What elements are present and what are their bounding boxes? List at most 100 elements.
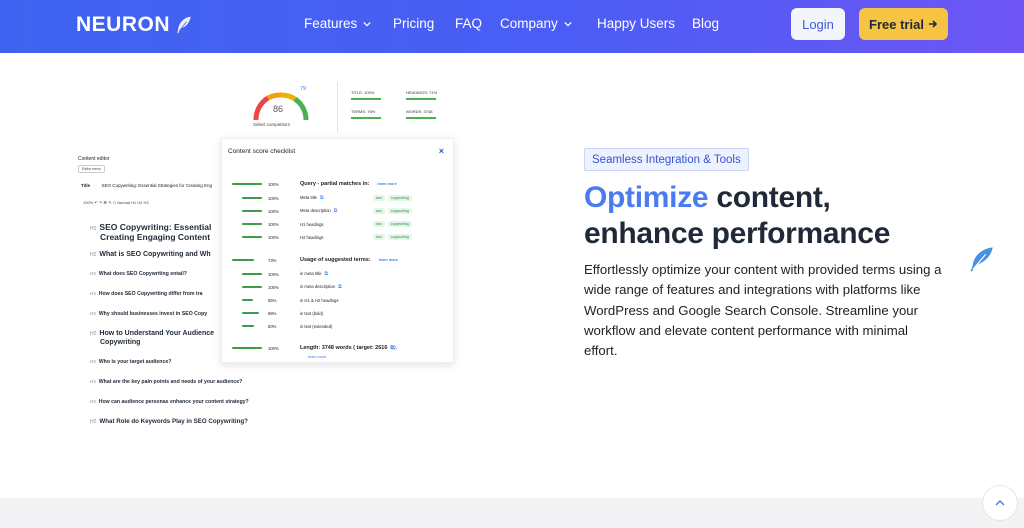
progress-fill <box>242 324 254 328</box>
heading-text: What Role do Keywords Play in SEO Copywr… <box>99 418 248 425</box>
progress-percent: 73% <box>268 257 277 263</box>
logo[interactable]: NEURON <box>76 13 194 37</box>
free-trial-button[interactable]: Free trial <box>859 8 948 40</box>
learn-more-link[interactable]: learn more <box>308 353 326 361</box>
progress-fill <box>242 272 262 276</box>
checklist-row: 86% in text (bold) <box>232 309 323 317</box>
checklist-row: 100% in meta title ⧉ <box>232 270 328 278</box>
headline-rest: content, <box>708 181 831 214</box>
headline-accent: Optimize <box>584 181 709 214</box>
term-chip: seo <box>373 221 385 227</box>
chevron-down-icon <box>363 21 371 26</box>
heading-text: Creating Engaging Content <box>100 232 211 242</box>
external-link-icon[interactable]: ⧉ <box>320 195 324 201</box>
nav-item-label: Blog <box>692 16 720 31</box>
heading-h3: H3 How does SEO Copywriting differ from t… <box>90 291 203 297</box>
term-chips: seo copywriting <box>370 221 412 227</box>
progress-bar <box>242 298 262 302</box>
progress-bar <box>242 196 262 200</box>
arrow-up-icon <box>995 500 1005 506</box>
nav-item-company[interactable]: Company <box>500 16 572 31</box>
nav-item-label: Company <box>500 16 558 31</box>
progress-percent: 100% <box>268 284 279 290</box>
heading-text: How does SEO Copywriting differ from tra <box>98 291 203 297</box>
progress-percent: 100% <box>268 234 279 240</box>
select-competitors-link[interactable]: Select competitors <box>253 122 290 127</box>
external-link-icon[interactable]: ⧉ <box>334 208 338 214</box>
term-chip: seo <box>373 195 385 201</box>
progress-bar <box>242 222 262 226</box>
title-value[interactable]: SEO Copywriting: Essential Strategies fo… <box>101 183 212 188</box>
external-link-icon[interactable]: ⧉ <box>324 271 328 277</box>
term-chips: seo copywriting <box>370 208 412 214</box>
progress-percent: 86% <box>268 310 277 316</box>
heading-tag: H3 <box>90 359 96 364</box>
heading-h3: H3 What are the key pain points and needs… <box>90 379 242 385</box>
external-link-icon[interactable]: ⧉). <box>390 345 397 351</box>
editor-menu-button[interactable]: Editor menu <box>78 165 105 173</box>
close-icon[interactable]: × <box>439 146 444 156</box>
checklist-label: Usage of suggested terms: learn more <box>300 257 399 263</box>
heading-h2-cont: Copywriting <box>100 339 140 346</box>
heading-h1: H1 SEO Copywriting: Essential <box>90 222 211 232</box>
checklist-label: in text (extended) <box>300 323 333 329</box>
title-label: Title <box>81 183 91 188</box>
stat-label: HEADINGS: 71% <box>406 90 438 95</box>
feather-icon <box>177 16 191 34</box>
progress-bar <box>242 285 262 289</box>
headline: Optimize content, enhance performance <box>584 180 890 252</box>
feather-icon <box>970 247 993 272</box>
progress-fill <box>242 209 262 213</box>
heading-tag: H1 <box>90 226 97 232</box>
checklist-row: 55% in H1 & H2 headings <box>232 296 338 304</box>
heading-h3: H3 Who is your target audience? <box>90 359 171 365</box>
checklist-label: Meta description ⧉ <box>300 208 338 214</box>
progress-bar <box>242 209 262 213</box>
checklist-row: 100% in meta description ⧉ <box>232 283 342 291</box>
nav-item-features[interactable]: Features <box>304 16 371 31</box>
heading-tag: H2 <box>90 419 97 425</box>
nav-item-pricing[interactable]: Pricing <box>393 16 434 31</box>
nav-item-happy-users[interactable]: Happy Users <box>597 16 675 31</box>
nav-item-label: Features <box>304 16 358 31</box>
nav-item-faq[interactable]: FAQ <box>455 16 482 31</box>
progress-fill <box>242 285 262 289</box>
progress-bar <box>242 311 262 315</box>
heading-h3: H3 How can audience personas enhance your… <box>90 399 249 405</box>
nav-item-label: FAQ <box>455 16 483 31</box>
editor-toolbar[interactable]: 100% ↶ ↷ ⌘ ✎ ◇ Normal H1 H2 H3 <box>83 200 149 205</box>
scroll-to-top-button[interactable] <box>982 485 1018 521</box>
heading-h2: H2 How to Understand Your Audience <box>90 330 214 337</box>
learn-more-link[interactable]: learn more <box>379 258 398 262</box>
heading-text: How to Understand Your Audience <box>99 330 215 337</box>
heading-tag: H3 <box>90 271 96 276</box>
term-chip: copywriting <box>387 195 412 201</box>
progress-bar <box>232 182 262 186</box>
progress-fill <box>242 311 259 315</box>
progress-percent: 60% <box>268 323 277 329</box>
logo-text: NEURON <box>76 13 171 36</box>
stat-label: WORDS: 3748 <box>406 109 433 114</box>
heading-text: What are the key pain points and needs o… <box>98 379 243 385</box>
heading-tag: H2 <box>90 331 97 337</box>
arrow-right-icon <box>928 20 938 28</box>
checklist-row: 100% Meta description ⧉ seo copywriting <box>232 207 412 215</box>
checklist-row: 100% H1 headings seo copywriting <box>232 220 412 228</box>
stat-words: WORDS: 3748 <box>406 109 436 119</box>
checklist-label: in meta title ⧉ <box>300 271 328 277</box>
checklist-label: Query - partial matches in: learn more <box>300 181 397 187</box>
checklist-label: Length: 3748 words ( target: 2616 ⧉). <box>300 345 398 351</box>
progress-bar <box>232 258 262 262</box>
stat-label: TERMS: 76% <box>351 109 376 114</box>
progress-bar <box>242 272 262 276</box>
stat-headings: HEADINGS: 71% <box>406 90 437 100</box>
heading-text: Who is your target audience? <box>98 359 172 365</box>
heading-text: What does SEO Copywriting entail? <box>98 271 187 277</box>
checklist-label: in text (bold) <box>300 310 324 316</box>
heading-h2: H2 What Role do Keywords Play in SEO Copy… <box>90 418 248 425</box>
external-link-icon[interactable]: ⧉ <box>338 284 342 290</box>
learn-more-link[interactable]: learn more <box>377 182 396 186</box>
nav-item-blog[interactable]: Blog <box>692 16 719 31</box>
login-button[interactable]: Login <box>791 8 845 40</box>
heading-tag: H3 <box>90 379 96 384</box>
